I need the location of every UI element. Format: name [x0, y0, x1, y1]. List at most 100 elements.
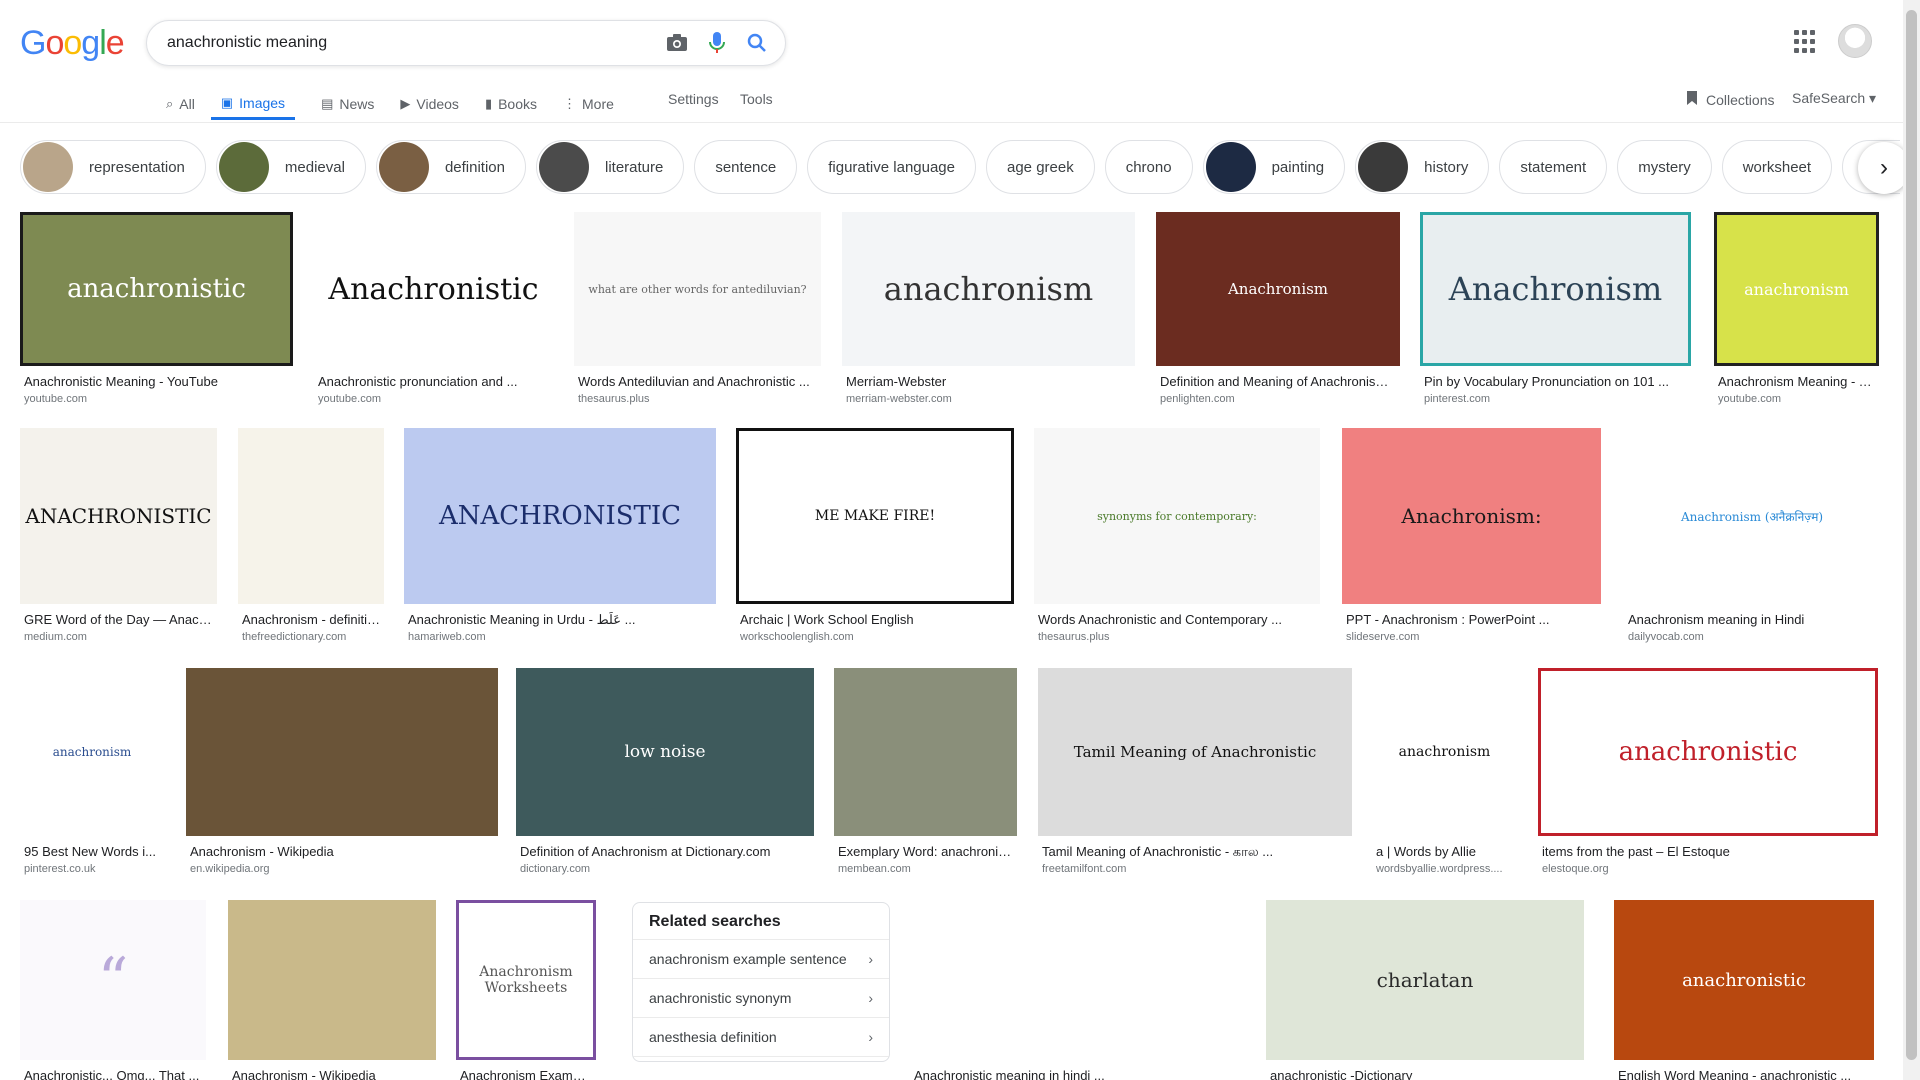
result-title[interactable]: Anachronism Examples.... — [460, 1068, 592, 1080]
search-input[interactable] — [167, 34, 647, 52]
result-thumbnail[interactable] — [238, 428, 384, 604]
result-thumbnail[interactable]: ANACHRONISTIC — [404, 428, 716, 604]
result-title[interactable]: Archaic | Work School English — [740, 612, 1010, 627]
result-title[interactable]: Anachronistic meaning in hindi ... — [914, 1068, 1240, 1080]
image-result[interactable]: anachronistic English Word Meaning - anac… — [1614, 900, 1874, 1080]
result-title[interactable]: Anachronism Meaning - Y... — [1718, 374, 1875, 389]
tab-more[interactable]: ⋮ More — [563, 88, 614, 120]
result-title[interactable]: Anachronistic pronunciation and ... — [318, 374, 549, 389]
result-thumbnail[interactable]: anachronism — [842, 212, 1135, 366]
image-result[interactable]: anachronism Anachronism Meaning - Y... you… — [1714, 212, 1879, 406]
result-thumbnail[interactable] — [186, 668, 498, 836]
image-result[interactable]: anachronistic Anachronistic Meaning - You… — [20, 212, 293, 406]
result-title[interactable]: English Word Meaning - anachronistic ... — [1618, 1068, 1870, 1080]
result-title[interactable]: Tamil Meaning of Anachronistic - கால ... — [1042, 844, 1348, 861]
account-avatar[interactable] — [1838, 24, 1872, 58]
result-thumbnail[interactable]: Anachronism: — [1342, 428, 1601, 604]
result-thumbnail[interactable]: anachronism — [1372, 668, 1517, 836]
tab-videos[interactable]: ▶ Videos — [400, 88, 459, 120]
result-thumbnail[interactable] — [834, 668, 1017, 836]
image-result[interactable]: Anachronism - Wikipedia en.wikipedia.org — [186, 668, 498, 876]
image-result[interactable]: Tamil Meaning of Anachronistic Tamil Mean… — [1038, 668, 1352, 876]
tools-link[interactable]: Tools — [740, 91, 773, 107]
image-result[interactable]: Anachronism Pin by Vocabulary Pronunciati… — [1420, 212, 1691, 406]
result-thumbnail[interactable] — [228, 900, 436, 1060]
result-title[interactable]: Anachronism meaning in Hindi — [1628, 612, 1876, 627]
result-thumbnail[interactable]: “ — [20, 900, 206, 1060]
result-title[interactable]: PPT - Anachronism : PowerPoint ... — [1346, 612, 1597, 627]
image-result[interactable]: low noise Definition of Anachronism at Di… — [516, 668, 814, 876]
image-result[interactable]: ANACHRONISTIC Anachronistic Meaning in Ur… — [404, 428, 716, 644]
camera-icon[interactable] — [665, 31, 689, 55]
image-result[interactable]: Anachronism Definition and Meaning of Ana… — [1156, 212, 1400, 406]
image-result[interactable]: anachronism a | Words by Allie wordsbyalli… — [1372, 668, 1517, 876]
result-thumbnail[interactable]: Anachronism (अनैक्रनिज़्म) — [1624, 428, 1880, 604]
scrollbar-thumb[interactable] — [1906, 10, 1917, 1060]
result-title[interactable]: Definition and Meaning of Anachronism ..… — [1160, 374, 1396, 389]
result-thumbnail[interactable]: ANACHRONISTIC — [20, 428, 217, 604]
image-result[interactable]: anachronism Merriam-Webster merriam-webste… — [842, 212, 1135, 406]
chip-chrono[interactable]: chrono — [1104, 140, 1193, 194]
result-title[interactable]: Anachronistic Meaning - YouTube — [24, 374, 289, 389]
result-title[interactable]: items from the past – El Estoque — [1542, 844, 1874, 859]
result-thumbnail[interactable]: anachronistic — [1614, 900, 1874, 1060]
image-result[interactable]: anachronism 95 Best New Words i... pintere… — [20, 668, 164, 876]
settings-link[interactable]: Settings — [668, 91, 719, 107]
tab-images[interactable]: ▣ Images — [210, 88, 296, 120]
result-title[interactable]: Anachronism - definitio... — [242, 612, 380, 627]
result-title[interactable]: Anachronism - Wikipedia — [190, 844, 494, 859]
result-title[interactable]: Definition of Anachronism at Dictionary.… — [520, 844, 810, 859]
image-result[interactable]: Anachronistic meaning in hindi ... — [910, 900, 1244, 1080]
search-icon[interactable] — [745, 31, 769, 55]
image-result[interactable]: Exemplary Word: anachronis... membean.com — [834, 668, 1017, 876]
result-thumbnail[interactable]: ME MAKE FIRE! — [736, 428, 1014, 604]
result-thumbnail[interactable]: anachronism — [20, 668, 164, 836]
result-title[interactable]: 95 Best New Words i... — [24, 844, 160, 859]
google-logo[interactable]: Google — [20, 24, 125, 63]
result-thumbnail[interactable]: Anachronism — [1420, 212, 1691, 366]
result-title[interactable]: Anachronism - Wikipedia — [232, 1068, 432, 1080]
apps-grid-icon[interactable] — [1794, 30, 1818, 54]
result-title[interactable]: Anachronistic Meaning in Urdu - عَلَط ..… — [408, 612, 712, 628]
result-title[interactable]: Words Antediluvian and Anachronistic ... — [578, 374, 817, 389]
chip-painting[interactable]: painting — [1202, 140, 1346, 194]
image-result[interactable]: Anachronism - Wikipedia — [228, 900, 436, 1080]
result-thumbnail[interactable]: anachronistic — [20, 212, 293, 366]
chip-statement[interactable]: statement — [1499, 140, 1608, 194]
image-result[interactable]: charlatan anachronistic -Dictionary — [1266, 900, 1584, 1080]
chip-history[interactable]: history — [1355, 140, 1490, 194]
chip-sentence[interactable]: sentence — [694, 140, 798, 194]
result-title[interactable]: a | Words by Allie — [1376, 844, 1513, 859]
result-thumbnail[interactable]: Anachronism — [1156, 212, 1400, 366]
result-thumbnail[interactable]: Anachronism Worksheets — [456, 900, 596, 1060]
related-search-item[interactable]: anesthesia definition › — [633, 1018, 889, 1057]
result-title[interactable]: Pin by Vocabulary Pronunciation on 101 .… — [1424, 374, 1687, 389]
chip-age-greek[interactable]: age greek — [986, 140, 1095, 194]
result-title[interactable]: Exemplary Word: anachronis... — [838, 844, 1013, 859]
result-thumbnail[interactable]: Tamil Meaning of Anachronistic — [1038, 668, 1352, 836]
chip-mystery[interactable]: mystery — [1617, 140, 1712, 194]
image-result[interactable]: Anachronism (अनैक्रनिज़्म) Anachronism me… — [1624, 428, 1880, 644]
chip-figurative-language[interactable]: figurative language — [807, 140, 976, 194]
result-thumbnail[interactable]: synonyms for contemporary: — [1034, 428, 1320, 604]
result-thumbnail[interactable]: low noise — [516, 668, 814, 836]
result-thumbnail[interactable]: anachronism — [1714, 212, 1879, 366]
result-title[interactable]: Merriam-Webster — [846, 374, 1131, 389]
image-result[interactable]: ME MAKE FIRE! Archaic | Work School Engli… — [736, 428, 1014, 644]
result-title[interactable]: GRE Word of the Day — Anach... — [24, 612, 213, 627]
collections-link[interactable]: Collections — [1686, 90, 1774, 109]
image-result[interactable]: Anachronism Worksheets Anachronism Exampl… — [456, 900, 596, 1080]
related-search-item[interactable]: anachronism example sentence › — [633, 940, 889, 979]
tab-all[interactable]: ⌕ All — [166, 88, 195, 120]
image-result[interactable]: Anachronism: PPT - Anachronism : PowerPoi… — [1342, 428, 1601, 644]
chip-definition[interactable]: definition — [375, 140, 526, 194]
result-thumbnail[interactable] — [910, 900, 1244, 1060]
image-result[interactable]: Anachronistic Anachronistic pronunciation… — [314, 212, 553, 406]
chip-literature[interactable]: literature — [535, 140, 685, 194]
chip-worksheet[interactable]: worksheet — [1721, 140, 1833, 194]
result-title[interactable]: anachronistic -Dictionary — [1270, 1068, 1580, 1080]
mic-icon[interactable] — [705, 31, 729, 55]
image-result[interactable]: anachronistic items from the past – El Es… — [1538, 668, 1878, 876]
tab-news[interactable]: ▤ News — [321, 88, 374, 120]
related-search-item[interactable]: anachronistic synonym › — [633, 979, 889, 1018]
